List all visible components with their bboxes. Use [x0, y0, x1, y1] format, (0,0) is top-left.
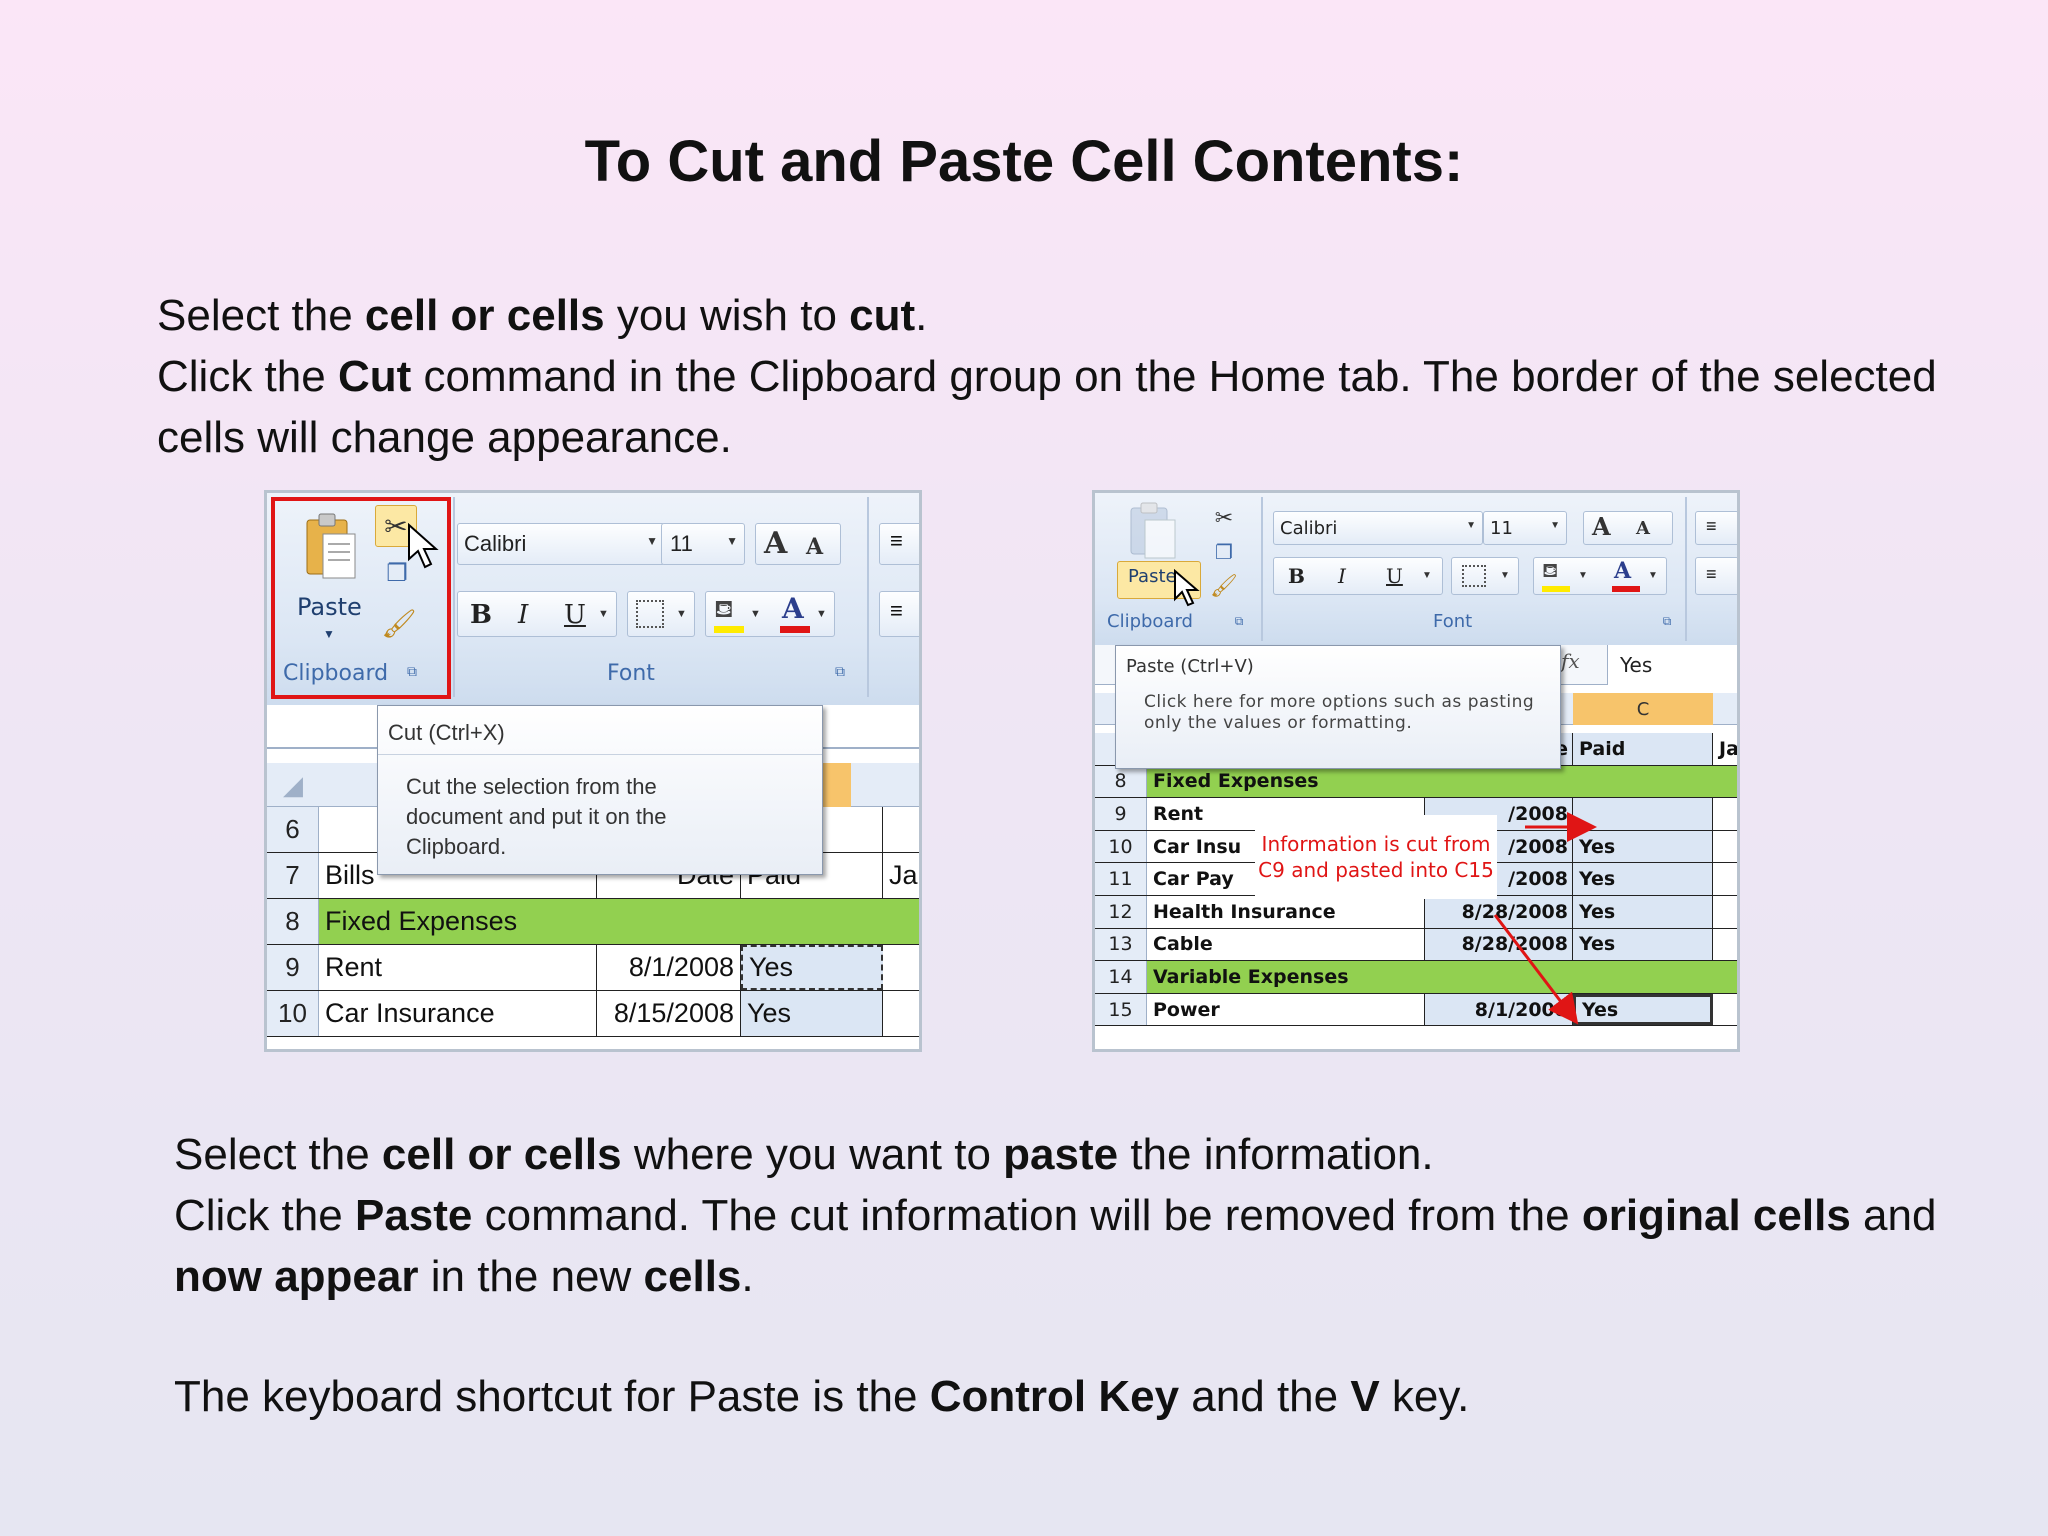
table-row: 9 Rent 8/1/2008 Yes: [267, 945, 919, 991]
cell-b[interactable]: 8/15/2008: [597, 991, 741, 1036]
fill-color-icon[interactable]: ⛾: [714, 596, 734, 626]
cell-d[interactable]: [883, 991, 919, 1036]
borders-icon: [636, 600, 664, 628]
row-header[interactable]: 10: [267, 991, 319, 1036]
row-header[interactable]: 8: [267, 899, 319, 944]
group-divider: [867, 497, 869, 697]
align-icon: ≡: [890, 598, 903, 623]
tooltip-title: Cut (Ctrl+X): [388, 720, 505, 745]
font-color-button[interactable]: A: [782, 592, 804, 625]
cell-c[interactable]: Yes: [741, 945, 883, 990]
bold-text: Control Key: [929, 1372, 1180, 1421]
text: and the: [1179, 1372, 1351, 1421]
bold-italic-underline: B I U ▼: [457, 591, 617, 637]
tooltip-divider: [378, 754, 822, 755]
text: where you want to: [621, 1130, 1004, 1179]
bold-text: cells: [643, 1252, 742, 1301]
ribbon: Paste ▼ ✂ ❐ 🖌 Clipboard ⧉ Calibri ▼ 11 ▼…: [267, 493, 919, 705]
font-group-label: Font: [607, 661, 655, 686]
bold-button[interactable]: B: [470, 600, 492, 630]
text: The keyboard shortcut for Paste is the: [174, 1372, 930, 1421]
screenshot-paste: Paste ✂ ❐ 🖌 Clipboard ⧉ Calibri ▼ 11 ▼ A…: [1092, 490, 1740, 1052]
chevron-down-icon: ▼: [676, 608, 687, 620]
instruction-cut: Select the cell or cells you wish to cut…: [157, 285, 1937, 468]
font-name-dropdown[interactable]: Calibri ▼: [457, 523, 665, 565]
underline-button[interactable]: U: [564, 600, 586, 630]
font-color-swatch: [780, 626, 810, 633]
text: .: [915, 291, 928, 340]
instruction-paste: Select the cell or cells where you want …: [174, 1124, 1954, 1307]
cut-highlight-frame: [271, 497, 451, 699]
font-size-dropdown[interactable]: 11 ▼: [661, 523, 745, 565]
text: Click the: [157, 352, 338, 401]
chevron-down-icon: ▼: [598, 608, 609, 620]
italic-button[interactable]: I: [518, 600, 528, 630]
grow-shrink-font[interactable]: A A: [755, 523, 841, 565]
bold-text: V: [1350, 1372, 1380, 1421]
bold-text: cut: [849, 291, 916, 340]
text: the information.: [1118, 1130, 1434, 1179]
select-all-icon[interactable]: ◢: [267, 763, 319, 807]
fill-font-color: ⛾ ▼ A ▼: [705, 591, 835, 637]
bold-text: Paste: [354, 1191, 473, 1240]
text: command in the Clipboard group on the Ho…: [157, 352, 1937, 462]
bold-text: now appear: [174, 1252, 419, 1301]
text: command. The cut information will be rem…: [472, 1191, 1582, 1240]
cell-d[interactable]: Ja: [883, 853, 919, 898]
group-divider: [453, 497, 455, 697]
cell-d[interactable]: [883, 807, 919, 852]
bold-text: cell or cells: [364, 291, 605, 340]
row-header[interactable]: 7: [267, 853, 319, 898]
text: .: [741, 1252, 754, 1301]
screenshot-cut: Paste ▼ ✂ ❐ 🖌 Clipboard ⧉ Calibri ▼ 11 ▼…: [264, 490, 922, 1052]
align-button[interactable]: ≡: [879, 591, 919, 637]
fill-swatch: [714, 626, 744, 633]
keyboard-shortcut-note: The keyboard shortcut for Paste is the C…: [174, 1366, 1954, 1427]
cell-b[interactable]: 8/1/2008: [597, 945, 741, 990]
cell-a[interactable]: Fixed Expenses: [319, 899, 919, 944]
bold-text: original cells: [1581, 1191, 1851, 1240]
cell-a[interactable]: Car Insurance: [319, 991, 597, 1036]
bold-text: paste: [1003, 1130, 1119, 1179]
text: and: [1850, 1191, 1937, 1240]
annotation-arrows: [1493, 812, 1597, 1025]
row-header[interactable]: 6: [267, 807, 319, 852]
grow-font-icon[interactable]: A: [764, 526, 787, 561]
chevron-down-icon: ▼: [726, 534, 738, 548]
text: Select the: [157, 291, 365, 340]
chevron-down-icon: ▼: [816, 608, 827, 620]
font-size-value: 11: [670, 531, 693, 556]
chevron-down-icon: ▼: [750, 608, 761, 620]
text: you wish to: [604, 291, 850, 340]
cut-tooltip: Cut (Ctrl+X) Cut the selection from the …: [377, 705, 823, 875]
tooltip-body: Cut the selection from the document and …: [406, 774, 667, 859]
font-name-value: Calibri: [464, 531, 527, 556]
shrink-font-icon[interactable]: A: [806, 534, 823, 560]
cell-d[interactable]: [883, 945, 919, 990]
text: Click the: [174, 1191, 355, 1240]
borders-button[interactable]: ▼: [627, 591, 695, 637]
text: in the new: [418, 1252, 644, 1301]
cell-c[interactable]: Yes: [741, 991, 883, 1036]
table-row: 10 Car Insurance 8/15/2008 Yes: [267, 991, 919, 1037]
align-button[interactable]: ≡: [879, 523, 919, 565]
chevron-down-icon: ▼: [646, 534, 658, 548]
align-icon: ≡: [890, 528, 903, 553]
bold-text: cell or cells: [381, 1130, 622, 1179]
dialog-launcher-icon[interactable]: ⧉: [831, 663, 849, 681]
table-row: 8 Fixed Expenses: [267, 899, 919, 945]
slide-title: To Cut and Paste Cell Contents:: [584, 129, 1464, 194]
text: key.: [1379, 1372, 1470, 1421]
bold-text: Cut: [337, 352, 412, 401]
cell-a[interactable]: Rent: [319, 945, 597, 990]
row-header[interactable]: 9: [267, 945, 319, 990]
text: Select the: [174, 1130, 382, 1179]
annotation-callout: Information is cut from C9 and pasted in…: [1255, 815, 1497, 899]
